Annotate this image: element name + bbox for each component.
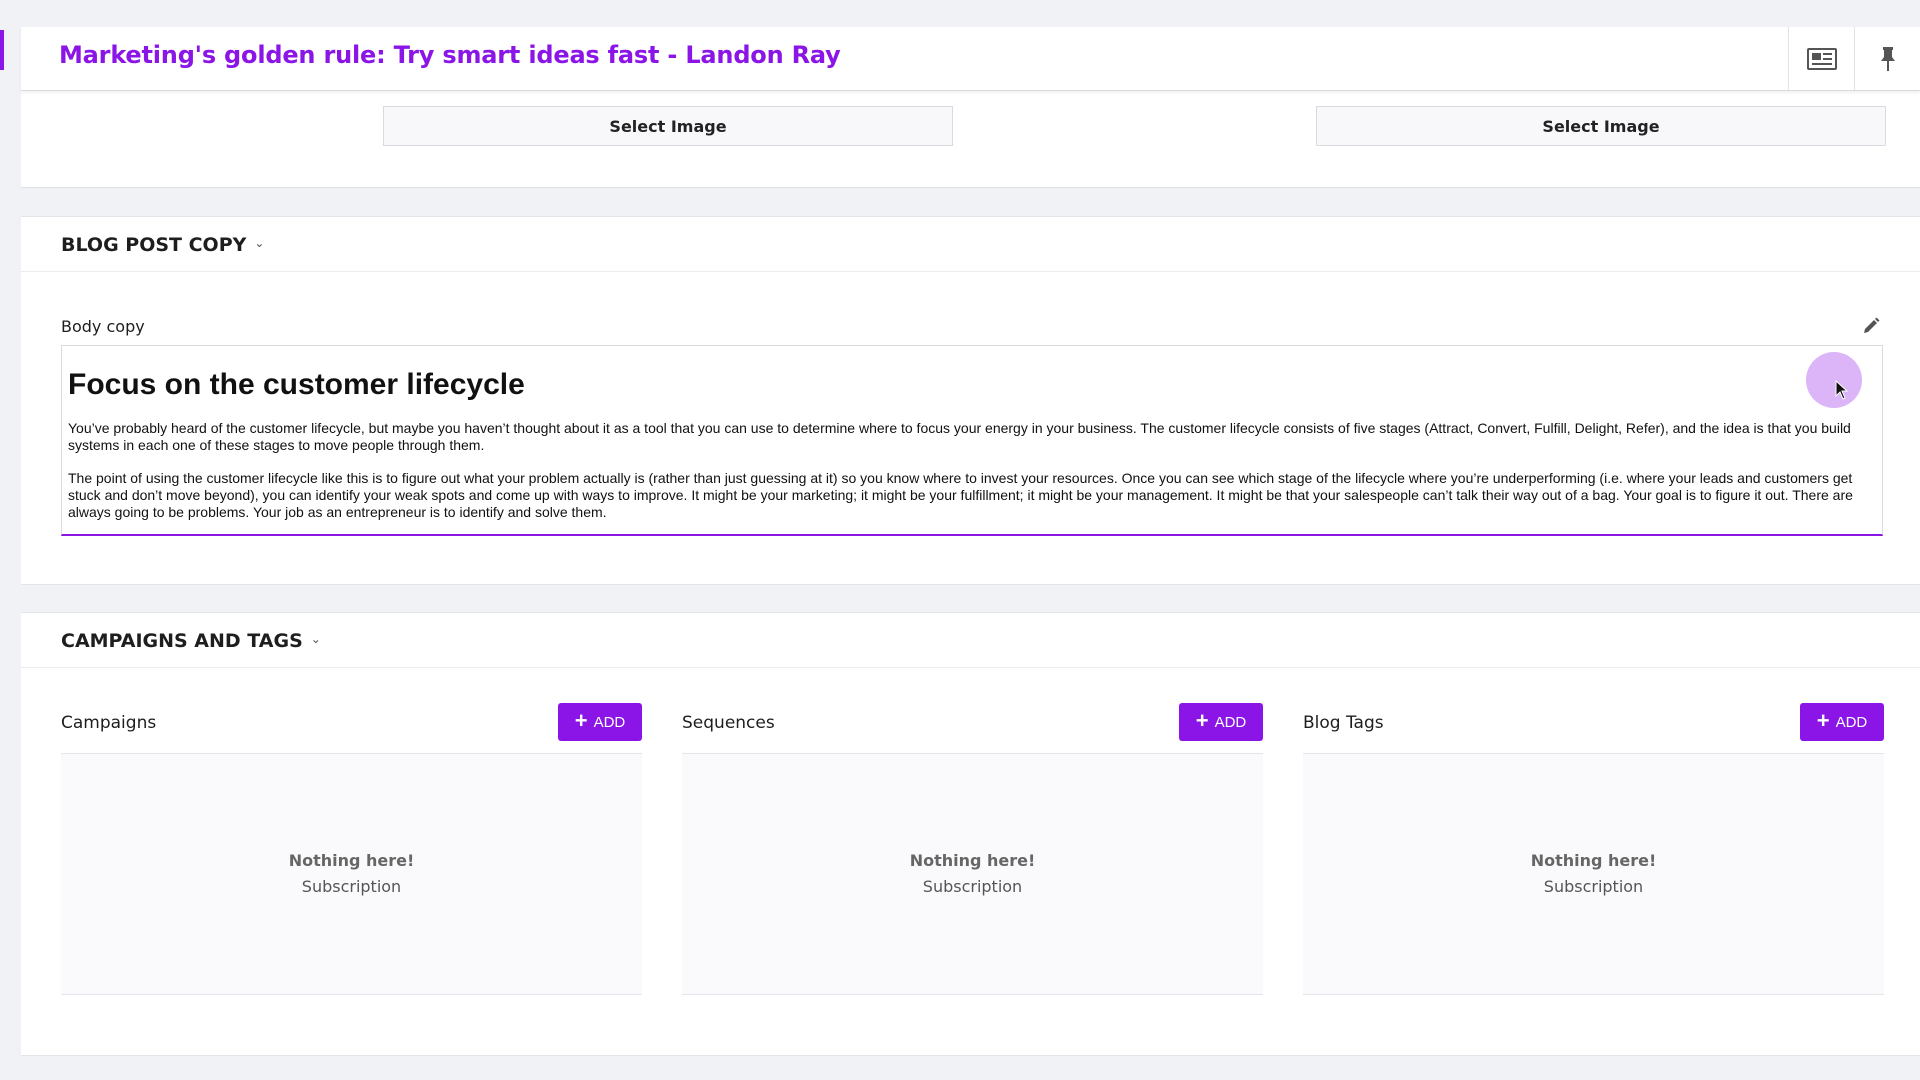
select-image-button[interactable]: Select Image <box>383 106 953 146</box>
editor-heading: Focus on the customer lifecycle <box>68 368 525 401</box>
empty-state: Nothing here! Subscription <box>682 753 1263 995</box>
empty-subtitle: Subscription <box>922 877 1023 896</box>
editor-paragraph: You’ve probably heard of the customer li… <box>68 420 1851 453</box>
plus-icon: + <box>1816 708 1830 733</box>
campaigns-and-tags-section: CAMPAIGNS AND TAGS ⌄ Campaigns + ADD Not… <box>21 612 1920 1056</box>
section-title: CAMPAIGNS AND TAGS <box>61 630 303 652</box>
newspaper-button[interactable] <box>1788 27 1854 90</box>
editor-paragraph: The point of using the customer lifecycl… <box>68 470 1853 520</box>
section-header: CAMPAIGNS AND TAGS ⌄ <box>21 613 1920 668</box>
empty-state: Nothing here! Subscription <box>1303 753 1884 995</box>
add-label: ADD <box>1835 713 1868 731</box>
edit-button[interactable] <box>1862 317 1880 340</box>
empty-state: Nothing here! Subscription <box>61 753 642 995</box>
header-actions <box>1788 27 1920 90</box>
empty-subtitle: Subscription <box>1543 877 1644 896</box>
column-label: Blog Tags <box>1303 713 1384 733</box>
campaigns-column: Campaigns + ADD Nothing here! Subscripti… <box>61 703 642 995</box>
plus-icon: + <box>1195 708 1209 733</box>
select-image-button[interactable]: Select Image <box>1316 106 1886 146</box>
page-title: Marketing's golden rule: Try smart ideas… <box>59 41 841 69</box>
sequences-column: Sequences + ADD Nothing here! Subscripti… <box>682 703 1263 995</box>
pin-button[interactable] <box>1854 27 1920 90</box>
add-blog-tag-button[interactable]: + ADD <box>1800 703 1884 741</box>
add-sequence-button[interactable]: + ADD <box>1179 703 1263 741</box>
blog-post-copy-section: BLOG POST COPY ⌄ Body copy Focus on the … <box>21 216 1920 585</box>
chevron-down-icon: ⌄ <box>254 236 265 250</box>
section-toggle[interactable]: CAMPAIGNS AND TAGS ⌄ <box>61 630 321 652</box>
empty-title: Nothing here! <box>909 851 1036 870</box>
cursor-highlight <box>1806 352 1862 408</box>
chevron-down-icon: ⌄ <box>310 632 321 646</box>
empty-title: Nothing here! <box>1530 851 1657 870</box>
page-header: Marketing's golden rule: Try smart ideas… <box>21 27 1920 91</box>
blog-tags-column: Blog Tags + ADD Nothing here! Subscripti… <box>1303 703 1884 995</box>
newspaper-icon <box>1806 47 1837 70</box>
section-toggle[interactable]: BLOG POST COPY ⌄ <box>61 234 264 256</box>
add-label: ADD <box>1214 713 1247 731</box>
empty-subtitle: Subscription <box>301 877 402 896</box>
section-header: BLOG POST COPY ⌄ <box>21 217 1920 272</box>
body-copy-editor[interactable]: Focus on the customer lifecycle You’ve p… <box>61 345 1883 536</box>
pin-icon <box>1880 46 1895 71</box>
add-campaign-button[interactable]: + ADD <box>558 703 642 741</box>
add-label: ADD <box>593 713 626 731</box>
image-panel: Select Image Select Image <box>21 90 1920 188</box>
empty-title: Nothing here! <box>288 851 415 870</box>
plus-icon: + <box>574 708 588 733</box>
body-copy-label: Body copy <box>61 317 145 336</box>
mouse-cursor-icon <box>1835 380 1849 400</box>
accent-bar <box>0 30 4 70</box>
column-label: Campaigns <box>61 713 157 733</box>
section-title: BLOG POST COPY <box>61 234 247 256</box>
pencil-icon <box>1864 317 1880 333</box>
column-label: Sequences <box>682 713 775 733</box>
